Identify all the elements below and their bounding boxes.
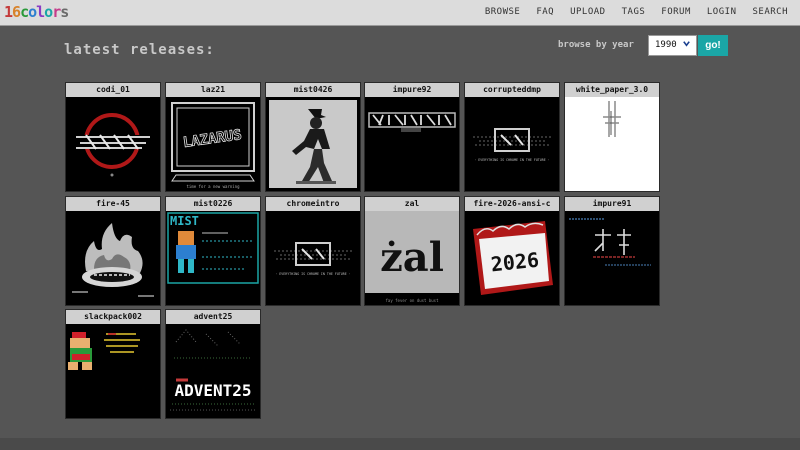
release-title: fire-45 — [66, 197, 160, 211]
advent-word: ADVENT25 — [174, 381, 251, 400]
lazarus-caption: time for a new warning — [187, 184, 241, 189]
year-2026-art: 2026 — [490, 248, 540, 277]
release-title: white_paper_3.0 — [565, 83, 659, 97]
nav-upload[interactable]: UPLOAD — [570, 7, 606, 17]
year-select-value: 1990 — [655, 40, 677, 50]
release-thumbnail — [565, 97, 659, 191]
nav-login[interactable]: LOGIN — [707, 7, 737, 17]
release-thumbnail: MIST — [166, 211, 260, 305]
release-thumbnail: · EVERYTHING IS CHROME IN THE FUTURE · — [266, 211, 360, 305]
release-card[interactable]: chromeintro · EVERYTHING IS CHROME IN TH… — [265, 196, 361, 306]
release-card[interactable]: white_paper_3.0 — [564, 82, 660, 192]
release-card[interactable]: impure91 — [564, 196, 660, 306]
release-card[interactable]: impure92 — [364, 82, 460, 192]
release-thumbnail — [66, 324, 160, 418]
lazarus-word: LAZARUS — [182, 127, 243, 151]
release-title: mist0226 — [166, 197, 260, 211]
release-card[interactable]: advent25 ADVENT25 — [165, 309, 261, 419]
everything-caption: · EVERYTHING IS CHROME IN THE FUTURE · — [275, 272, 350, 276]
release-title: mist0426 — [266, 83, 360, 97]
top-bar: 16colors BROWSE FAQ UPLOAD TAGS FORUM LO… — [0, 0, 800, 26]
release-thumbnail: LAZARUS time for a new warning — [166, 97, 260, 191]
release-thumbnail: 2026 — [465, 211, 559, 305]
page-title: latest releases: — [64, 42, 215, 58]
release-thumbnail — [66, 211, 160, 305]
release-title: impure91 — [565, 197, 659, 211]
chevron-down-icon — [682, 39, 691, 51]
nav-forum[interactable]: FORUM — [661, 7, 691, 17]
nav-tags[interactable]: TAGS — [622, 7, 646, 17]
release-title: laz21 — [166, 83, 260, 97]
release-title: zal — [365, 197, 459, 211]
release-title: advent25 — [166, 310, 260, 324]
year-select[interactable]: 1990 — [648, 35, 697, 56]
release-title: slackpack002 — [66, 310, 160, 324]
mist-word: MIST — [170, 214, 199, 228]
release-title: fire-2026-ansi-c — [465, 197, 559, 211]
release-card[interactable]: mist0226 MIST — [165, 196, 261, 306]
release-card[interactable]: fire-2026-ansi-c 2026 — [464, 196, 560, 306]
nav-faq[interactable]: FAQ — [536, 7, 554, 17]
zal-word: żal — [380, 234, 444, 281]
release-title: impure92 — [365, 83, 459, 97]
logo-text: 16colors — [4, 3, 69, 21]
release-title: chromeintro — [266, 197, 360, 211]
everything-caption: · EVERYTHING IS CHROME IN THE FUTURE · — [474, 158, 549, 162]
release-thumbnail — [565, 211, 659, 305]
release-card[interactable]: zal żal fay fever on dust bust — [364, 196, 460, 306]
release-thumbnail: żal fay fever on dust bust — [365, 211, 459, 305]
release-card[interactable]: mist0426 — [265, 82, 361, 192]
release-card[interactable]: codi_01 — [65, 82, 161, 192]
site-logo[interactable]: 16colors — [4, 3, 69, 21]
release-card[interactable]: corrupteddmp · EVERYTHING IS CHROME IN T… — [464, 82, 560, 192]
release-thumbnail: · EVERYTHING IS CHROME IN THE FUTURE · — [465, 97, 559, 191]
main-nav: BROWSE FAQ UPLOAD TAGS FORUM LOGIN SEARC… — [485, 7, 788, 17]
release-card[interactable]: laz21 LAZARUS time for a new warning — [165, 82, 261, 192]
release-title: codi_01 — [66, 83, 160, 97]
zal-caption: fay fever on dust bust — [386, 298, 440, 303]
release-card[interactable]: fire-45 — [65, 196, 161, 306]
release-thumbnail: ADVENT25 — [166, 324, 260, 418]
nav-browse[interactable]: BROWSE — [485, 7, 521, 17]
footer-bar — [0, 438, 800, 450]
release-title: corrupteddmp — [465, 83, 559, 97]
release-thumbnail — [66, 97, 160, 191]
nav-search[interactable]: SEARCH — [752, 7, 788, 17]
go-button[interactable]: go! — [698, 35, 728, 56]
browse-by-year-label: browse by year — [558, 40, 634, 50]
release-thumbnail — [365, 97, 459, 191]
release-thumbnail — [266, 97, 360, 191]
release-card[interactable]: slackpack002 — [65, 309, 161, 419]
